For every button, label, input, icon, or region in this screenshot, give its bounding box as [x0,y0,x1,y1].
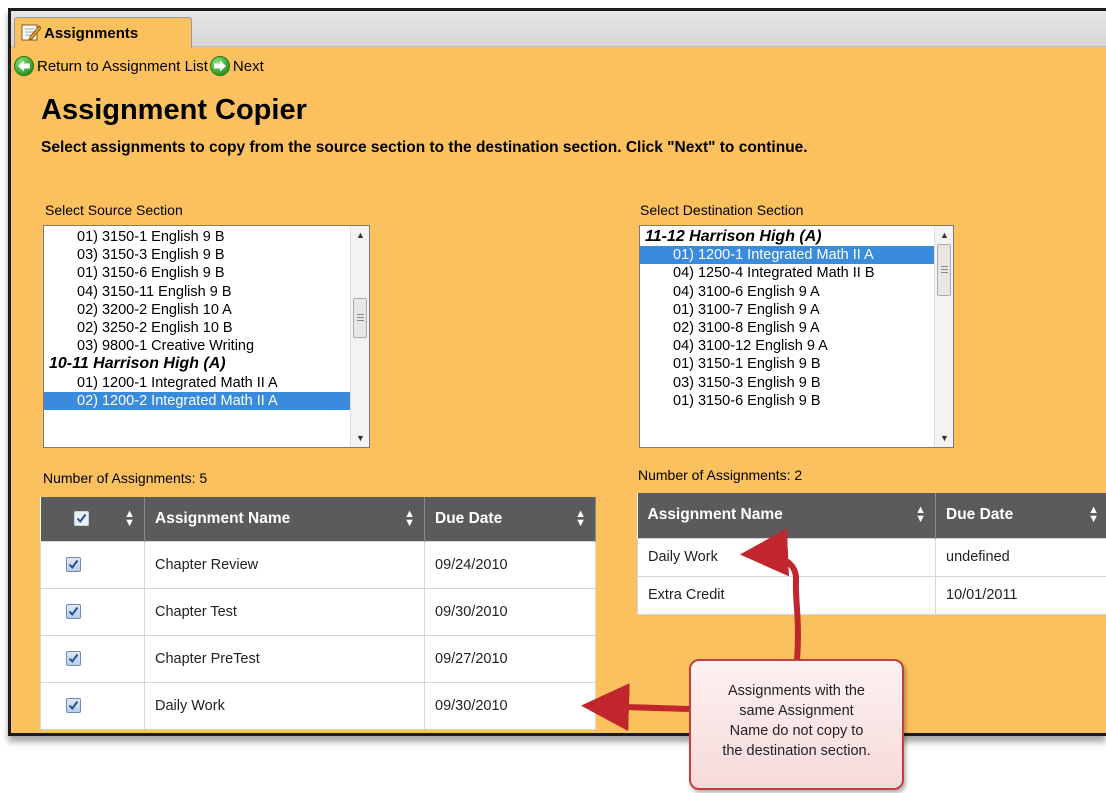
row-select-cell [40,587,145,636]
section-option[interactable]: 04) 3150-11 English 9 B [44,283,350,301]
table-row[interactable]: Daily Work 09/30/2010 [40,681,596,730]
section-option[interactable]: 02) 3250-2 English 10 B [44,319,350,337]
scroll-down-icon[interactable]: ▼ [935,429,953,447]
section-option[interactable]: 02) 3100-8 English 9 A [640,319,934,337]
assignment-copier-window: Assignments Return to Assignment List Ne… [8,8,1106,736]
callout-line: the destination section. [722,743,871,759]
callout-line: Name do not copy to [729,723,864,739]
section-option[interactable]: 03) 9800-1 Creative Writing [44,337,350,355]
due-date-header-label: Due Date [435,509,503,527]
section-option[interactable]: 03) 3150-3 English 9 B [44,246,350,264]
destination-assignments-table: Assignment Name ▲ ▼ Due Date ▲ ▼ Daily Wor… [637,493,1106,615]
scrollbar-thumb[interactable] [353,298,367,338]
scroll-up-icon[interactable]: ▲ [351,226,369,244]
sort-icon[interactable]: ▲ ▼ [404,508,415,528]
section-option[interactable]: 01) 3150-1 English 9 B [44,228,350,246]
assignment-name-cell: Extra Credit [637,575,936,615]
table-row[interactable]: Chapter PreTest 09/27/2010 [40,634,596,683]
section-option[interactable]: 01) 3150-6 English 9 B [640,392,934,410]
option-group-label: 11-12 Harrison High (A) [645,228,822,245]
row-select-cell [40,634,145,683]
section-option[interactable]: 01) 3150-6 English 9 B [44,264,350,282]
destination-list-scrollbar[interactable]: ▲ ▼ [934,226,953,447]
table-row[interactable]: Chapter Review 09/24/2010 [40,540,596,589]
next-arrow-icon[interactable] [209,56,230,76]
assignment-name-header[interactable]: Assignment Name ▲ ▼ [637,493,936,538]
due-date-cell: 10/01/2011 [935,575,1106,615]
row-checkbox[interactable] [66,651,81,667]
select-all-checkbox[interactable] [73,511,89,527]
return-to-list-link[interactable]: Return to Assignment List [37,58,208,75]
row-select-cell [40,540,145,589]
assignment-name-cell: Chapter Review [144,540,425,589]
due-date-cell: undefined [935,537,1106,577]
source-section-listbox[interactable]: 01) 3150-1 English 9 B 03) 3150-3 English… [43,225,370,448]
table-row[interactable]: Daily Work undefined [637,537,1106,577]
assignment-name-header[interactable]: Assignment Name ▲ ▼ [144,497,425,541]
destination-section-options: 11-12 Harrison High (A) 01) 1200-1 Integr… [640,226,953,410]
tab-assignments[interactable]: Assignments [14,17,192,48]
row-checkbox[interactable] [66,557,81,573]
source-list-scrollbar[interactable]: ▲ ▼ [350,226,369,447]
section-option[interactable]: 04) 3100-12 English 9 A [640,337,934,355]
assignment-name-cell: Chapter PreTest [144,634,425,683]
section-option[interactable]: 04) 3100-6 English 9 A [640,283,934,301]
page-title: Assignment Copier [41,94,307,126]
sort-icon[interactable]: ▲ ▼ [915,505,926,525]
scroll-up-icon[interactable]: ▲ [935,226,953,244]
due-date-header[interactable]: Due Date ▲ ▼ [424,497,596,541]
table-row[interactable]: Extra Credit 10/01/2011 [637,575,1106,615]
section-option[interactable]: 02) 1200-2 Integrated Math II A [44,391,350,410]
nav-row: Return to Assignment List Next [14,56,266,76]
callout-line: same Assignment [739,703,854,719]
select-all-header: ▲ ▼ [40,497,145,541]
next-link[interactable]: Next [233,58,264,75]
tab-label: Assignments [44,25,139,42]
assignment-edit-icon [21,23,42,41]
section-option[interactable]: 01) 3100-7 English 9 A [640,301,934,319]
assignment-name-header-label: Assignment Name [647,506,783,524]
back-arrow-icon[interactable] [14,56,34,76]
destination-section-label: Select Destination Section [640,202,804,218]
sort-icon[interactable]: ▲ ▼ [124,508,135,528]
assignment-name-cell: Daily Work [637,537,936,577]
source-section-options: 01) 3150-1 English 9 B 03) 3150-3 English… [44,226,369,410]
callout-line: Assignments with the [727,683,865,699]
source-assignment-count: Number of Assignments: 5 [43,470,208,486]
sort-icon[interactable]: ▲ ▼ [575,508,586,528]
section-option[interactable]: 01) 3150-1 English 9 B [640,355,934,373]
due-date-cell: 09/30/2010 [424,587,596,636]
assignment-name-cell: Daily Work [144,681,425,730]
row-select-cell [40,681,145,730]
section-option[interactable]: 01) 1200-1 Integrated Math II A [640,246,934,265]
assignment-name-header-label: Assignment Name [155,509,291,527]
section-option[interactable]: 02) 3200-2 English 10 A [44,301,350,319]
due-date-cell: 09/27/2010 [424,634,596,683]
section-option[interactable]: 04) 1250-4 Integrated Math II B [640,264,934,282]
scroll-down-icon[interactable]: ▼ [351,429,369,447]
destination-assignment-count: Number of Assignments: 2 [638,467,803,483]
section-option[interactable]: 01) 1200-1 Integrated Math II A [44,374,350,392]
callout-note: Assignments with the same Assignment Nam… [689,659,904,790]
tab-bar: Assignments [11,11,1106,48]
due-date-cell: 09/30/2010 [424,681,596,730]
sort-icon[interactable]: ▲ ▼ [1088,505,1099,525]
assignment-name-cell: Chapter Test [144,587,425,636]
scrollbar-thumb[interactable] [937,244,951,296]
page-instructions: Select assignments to copy from the sour… [41,139,808,156]
section-option[interactable]: 03) 3150-3 English 9 B [640,374,934,392]
due-date-header[interactable]: Due Date ▲ ▼ [935,493,1106,538]
row-checkbox[interactable] [66,698,81,714]
source-section-label: Select Source Section [45,202,183,218]
destination-section-listbox[interactable]: 11-12 Harrison High (A) 01) 1200-1 Integr… [639,225,954,448]
due-date-header-label: Due Date [946,506,1014,524]
row-checkbox[interactable] [66,604,81,620]
due-date-cell: 09/24/2010 [424,540,596,589]
source-assignments-table: ▲ ▼ Assignment Name ▲ ▼ Due Date ▲ ▼ Chapte… [40,497,596,730]
table-row[interactable]: Chapter Test 09/30/2010 [40,587,596,636]
option-group-label: 10-11 Harrison High (A) [49,355,226,373]
